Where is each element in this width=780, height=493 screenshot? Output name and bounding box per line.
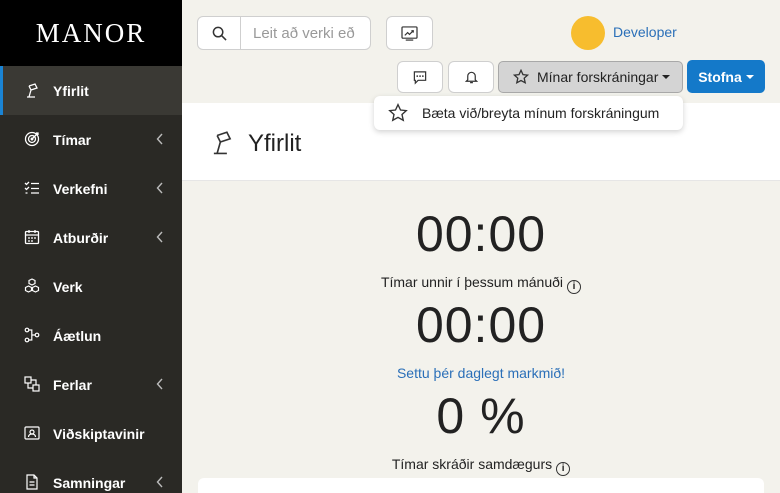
star-icon — [388, 103, 408, 122]
search-button[interactable] — [198, 17, 241, 49]
cubes-icon — [24, 278, 40, 293]
sidebar-item-vidskiptavinir[interactable]: Viðskiptavinir — [0, 409, 182, 458]
sidebar-item-aaetlun[interactable]: Áætlun — [0, 311, 182, 360]
sidebar-item-label: Atburðir — [53, 229, 109, 246]
top-bar: Developer Mínar forskráningar Stofna — [182, 0, 780, 103]
chevron-left-icon — [156, 133, 163, 145]
logo[interactable]: MANOR — [0, 0, 182, 66]
chart-icon — [24, 376, 40, 392]
logo-text: MANOR — [35, 17, 147, 48]
sidebar-item-atburdir[interactable]: Atburðir — [0, 213, 182, 262]
page-title: Yfirlit — [248, 130, 302, 157]
notifications-button[interactable] — [448, 61, 494, 93]
create-button[interactable]: Stofna — [687, 60, 765, 93]
chart-search-button[interactable] — [386, 16, 433, 50]
sidebar-item-timar[interactable]: Tímar — [0, 115, 182, 164]
sidebar: MANOR Yfirlit Tímar Verkefni Atburðir Ve… — [0, 0, 182, 493]
chevron-left-icon — [156, 378, 163, 390]
message-icon — [413, 70, 427, 85]
target-icon — [24, 131, 40, 147]
caret-down-icon — [745, 74, 754, 79]
calendar-icon — [24, 230, 40, 245]
search-input[interactable] — [241, 17, 369, 49]
content-card — [198, 478, 764, 493]
dropdown-item-label: Bæta við/breyta mínum forskráningum — [422, 105, 660, 121]
feedback-button[interactable] — [397, 61, 443, 93]
chevron-left-icon — [156, 182, 163, 194]
sidebar-item-label: Tímar — [53, 131, 92, 148]
sidebar-item-label: Áætlun — [53, 327, 102, 344]
chevron-left-icon — [156, 231, 163, 243]
same-day-value: 0 % — [436, 388, 526, 444]
sidebar-item-verkefni[interactable]: Verkefni — [0, 164, 182, 213]
star-icon — [513, 69, 529, 85]
sidebar-item-ferlar[interactable]: Ferlar — [0, 360, 182, 409]
same-day-caption: Tímar skráðir samdægurs i — [182, 456, 780, 476]
sidebar-item-label: Verk — [53, 278, 83, 295]
daily-value: 00:00 — [415, 297, 547, 353]
daily-goal-link[interactable]: Settu þér daglegt markmið! — [182, 365, 780, 381]
sidebar-item-label: Yfirlit — [53, 82, 89, 99]
avatar[interactable] — [571, 16, 605, 50]
info-icon[interactable]: i — [567, 280, 582, 294]
search-box — [197, 16, 371, 50]
hours-month-caption: Tímar unnir í þessum mánuði i — [182, 274, 780, 294]
document-icon — [26, 474, 38, 490]
lamp-icon — [27, 83, 38, 98]
favorites-label: Mínar forskráningar — [537, 69, 659, 85]
sidebar-item-label: Ferlar — [53, 376, 92, 393]
hours-month-caption-text: Tímar unnir í þessum mánuði — [380, 274, 564, 290]
sidebar-item-verk[interactable]: Verk — [0, 262, 182, 311]
create-label: Stofna — [698, 68, 742, 85]
info-icon[interactable]: i — [556, 462, 571, 476]
sidebar-item-label: Samningar — [53, 474, 126, 491]
bell-icon — [464, 71, 478, 84]
sidebar-item-samningar[interactable]: Samningar — [0, 458, 182, 493]
sidebar-item-label: Verkefni — [53, 180, 108, 197]
caret-down-icon — [662, 75, 671, 79]
contacts-icon — [24, 426, 40, 440]
flow-icon — [24, 327, 40, 343]
chevron-left-icon — [156, 476, 163, 488]
sidebar-item-yfirlit[interactable]: Yfirlit — [0, 66, 182, 115]
hours-month-value: 00:00 — [415, 206, 547, 262]
favorites-button[interactable]: Mínar forskráningar — [498, 61, 683, 93]
same-day-caption-text: Tímar skráðir samdægurs — [391, 456, 553, 472]
favorites-dropdown-item[interactable]: Bæta við/breyta mínum forskráningum — [374, 96, 683, 130]
lamp-icon — [213, 131, 232, 155]
user-name-link[interactable]: Developer — [613, 24, 677, 40]
checklist-icon — [24, 181, 39, 194]
sidebar-item-label: Viðskiptavinir — [53, 425, 145, 442]
search-icon — [212, 26, 227, 41]
chart-search-icon — [401, 25, 418, 41]
